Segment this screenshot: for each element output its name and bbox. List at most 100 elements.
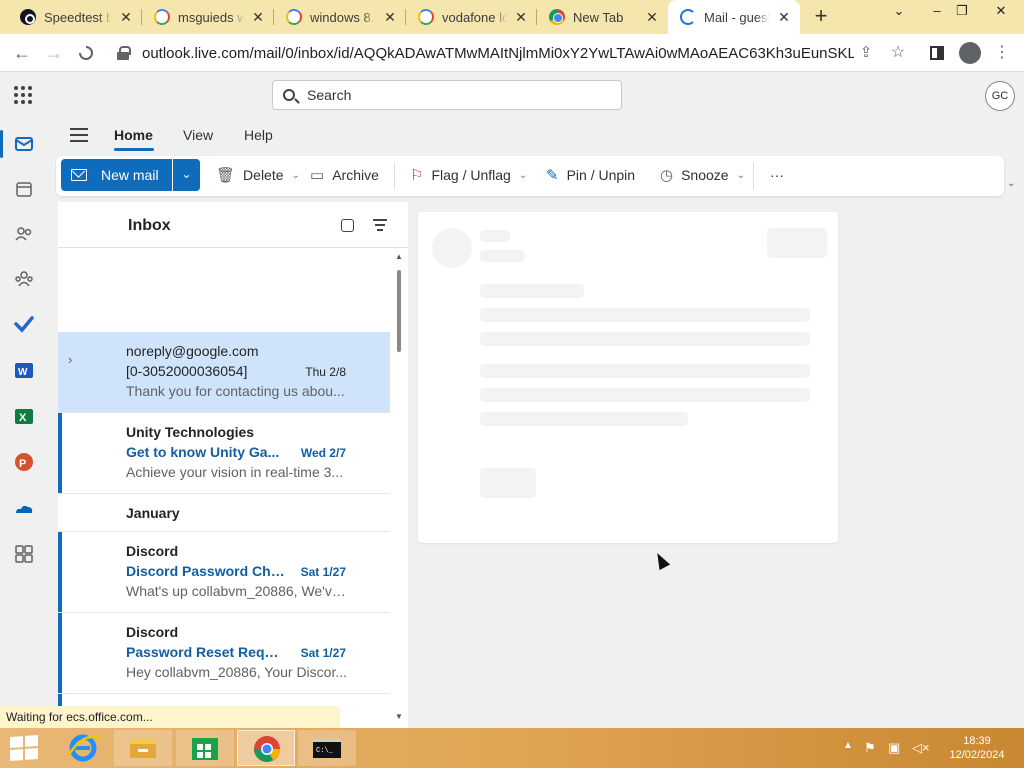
close-tab-icon[interactable]: ✕ [776, 9, 792, 25]
chevron-down-icon[interactable]: ⌄ [519, 170, 527, 181]
ribbon-divider [394, 162, 395, 190]
close-tab-icon[interactable]: ✕ [250, 9, 266, 25]
people-icon[interactable] [14, 224, 34, 244]
snooze-button[interactable]: ◷ Snooze ⌄ [660, 164, 745, 186]
message-subject: [0-3052000036054] [126, 363, 248, 379]
action-center-flag-icon[interactable]: ⚑ [864, 740, 876, 756]
close-window-button[interactable]: ✕ [986, 0, 1016, 26]
bookmark-star-icon[interactable]: ☆ [884, 39, 912, 67]
more-options-button[interactable]: ··· [770, 164, 784, 186]
excel-icon[interactable]: X [14, 406, 34, 426]
lock-icon [116, 46, 131, 60]
calendar-icon[interactable] [14, 179, 34, 199]
skeleton-line [480, 284, 584, 298]
tab-vodafone[interactable]: vodafone login ✕ [406, 0, 537, 34]
profile-avatar-icon[interactable] [959, 42, 981, 64]
tab-windows[interactable]: windows 8.1 iso ✕ [274, 0, 406, 34]
skeleton-line [480, 364, 810, 378]
side-panel-icon[interactable] [923, 39, 951, 67]
loading-spinner-icon [680, 9, 696, 25]
scrollbar-thumb[interactable] [397, 270, 401, 352]
onedrive-icon[interactable] [14, 499, 34, 519]
tab-home[interactable]: Home [114, 127, 153, 143]
message-subject: Get to know Unity Ga... [126, 444, 280, 460]
close-tab-icon[interactable]: ✕ [382, 9, 398, 25]
message-sender: noreply@google.com [126, 343, 259, 359]
volume-muted-icon[interactable]: ◁× [912, 740, 930, 756]
archive-button[interactable]: ▭ Archive [310, 164, 379, 186]
pin-button[interactable]: ✎ Pin / Unpin [546, 164, 635, 186]
tab-msguieds[interactable]: msguieds windows ✕ [142, 0, 274, 34]
chevron-right-icon[interactable]: › [68, 352, 72, 367]
back-arrow-icon[interactable]: ← [8, 39, 36, 67]
browser-status-text: Waiting for ecs.office.com... [0, 706, 340, 728]
todo-icon[interactable] [14, 314, 34, 334]
chevron-down-icon[interactable]: ⌄ [292, 170, 300, 181]
app-launcher-icon[interactable] [14, 86, 32, 104]
scroll-up-icon[interactable]: ▲ [395, 252, 403, 261]
chrome-icon[interactable] [237, 730, 295, 766]
windows-start-icon[interactable] [10, 735, 38, 761]
chevron-down-icon[interactable]: ⌄ [737, 170, 745, 181]
tab-search-button[interactable]: ⌄ [884, 0, 914, 26]
stop-loading-icon[interactable] [72, 39, 100, 67]
tab-view[interactable]: View [183, 127, 213, 143]
list-item-selected[interactable]: › noreply@google.com [0-3052000036054] T… [58, 332, 390, 413]
reading-pane-loading [418, 212, 838, 543]
search-placeholder: Search [307, 87, 352, 103]
active-tab-indicator [114, 148, 154, 151]
delete-button[interactable]: 🗑 Delete ⌄ [216, 164, 300, 186]
message-list-scrollbar[interactable]: ▲ ▼ [394, 250, 408, 728]
tab-speedtest[interactable]: Speedtest by Ookla ✕ [8, 0, 142, 34]
new-tab-button[interactable]: + [808, 4, 834, 30]
list-item[interactable]: Discord Password Reset Reques... Sat 1/2… [58, 613, 390, 694]
screen: Speedtest by Ookla ✕ msguieds windows ✕ … [0, 0, 1024, 768]
list-item[interactable]: Unity Technologies Get to know Unity Ga.… [58, 413, 390, 494]
new-mail-dropdown-icon[interactable]: ⌄ [172, 159, 200, 191]
restore-button[interactable]: ❐ [947, 0, 977, 26]
hamburger-menu-icon[interactable] [70, 128, 88, 142]
close-tab-icon[interactable]: ✕ [644, 9, 660, 25]
groups-icon[interactable] [14, 269, 34, 289]
message-sender: Unity Technologies [126, 424, 255, 440]
more-apps-icon[interactable] [14, 544, 34, 564]
address-bar[interactable]: outlook.live.com/mail/0/inbox/id/AQQkADA… [106, 38, 854, 68]
ribbon-expand-chevron-icon[interactable]: ⌄ [1007, 178, 1015, 189]
forward-arrow-icon[interactable]: → [40, 39, 68, 67]
share-icon[interactable]: ⇪ [852, 39, 880, 67]
close-tab-icon[interactable]: ✕ [513, 9, 529, 25]
tab-mail-active[interactable]: Mail - guest ✕ [668, 0, 800, 34]
tab-help[interactable]: Help [244, 127, 273, 143]
close-tab-icon[interactable]: ✕ [118, 9, 134, 25]
show-hidden-icons-icon[interactable]: ▲ [843, 740, 853, 751]
scroll-down-icon[interactable]: ▼ [395, 712, 403, 721]
svg-text:P: P [19, 458, 26, 470]
menu-dots-icon[interactable]: ⋮ [988, 39, 1016, 67]
file-explorer-icon[interactable] [114, 730, 172, 766]
flag-button[interactable]: ⚐ Flag / Unflag ⌄ [410, 164, 527, 186]
mail-icon[interactable] [14, 134, 34, 154]
tab-new-tab[interactable]: New Tab ✕ [537, 0, 668, 34]
command-prompt-icon[interactable]: C:\_ [298, 730, 356, 766]
search-icon [283, 89, 295, 101]
skeleton-block [480, 468, 536, 498]
message-date: Sat 1/27 [300, 646, 346, 660]
system-clock[interactable]: 18:39 12/02/2024 [944, 734, 1010, 762]
snooze-label: Snooze [681, 167, 729, 183]
clock-icon: ◷ [660, 167, 674, 184]
windows-taskbar: C:\_ ▲ ⚑ ▣ ◁× 18:39 12/02/2024 [0, 728, 1024, 768]
svg-text:C:\_: C:\_ [316, 747, 334, 755]
store-icon[interactable] [176, 730, 234, 766]
powerpoint-icon[interactable]: P [14, 452, 34, 472]
search-input[interactable]: Search [272, 80, 622, 110]
select-mode-icon[interactable] [341, 219, 354, 232]
message-date: Sat 1/27 [300, 565, 346, 579]
word-icon[interactable]: W [14, 360, 34, 380]
skeleton-line [480, 230, 510, 242]
internet-explorer-icon[interactable] [54, 730, 112, 766]
network-icon[interactable]: ▣ [888, 740, 900, 756]
filter-icon[interactable] [373, 219, 387, 231]
browser-tab-strip: Speedtest by Ookla ✕ msguieds windows ✕ … [0, 0, 1024, 34]
list-item[interactable]: Discord Discord Password Chan... Sat 1/2… [58, 532, 390, 613]
account-avatar[interactable]: GC [985, 81, 1015, 111]
